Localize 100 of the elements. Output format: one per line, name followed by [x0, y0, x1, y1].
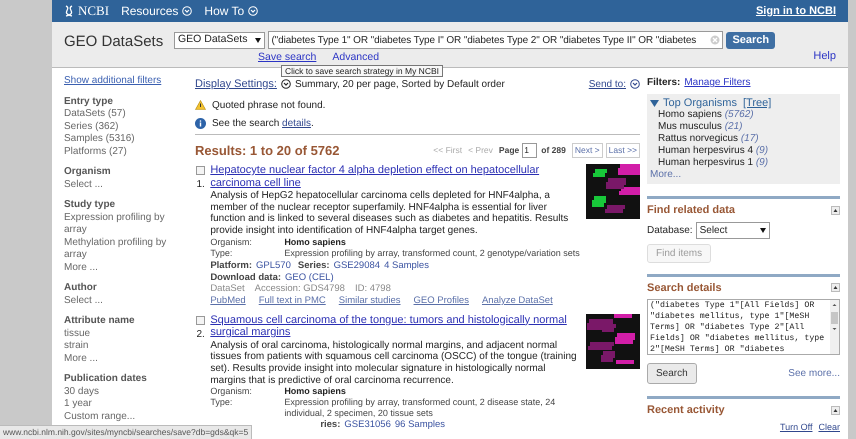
- filter-item[interactable]: tissue: [64, 328, 192, 340]
- organism-filter[interactable]: Human herpesvirus 4 (9): [650, 145, 840, 157]
- filter-group-title: Author: [64, 282, 98, 294]
- collapse-icon[interactable]: [831, 406, 840, 415]
- collapse-icon[interactable]: [831, 206, 840, 215]
- result-description: Analysis of HepG2 hepatocellular carcinoma cells depleted for HNF4alpha, a member of the nuclear receptor superfamily. HNF4alpha is essential for liver function and is linked to several diseases such as diabetes and hepatitis. Results provide insight into identification of HNF4alpha target genes.: [210, 190, 570, 237]
- recent-activity-link[interactable]: Turn Off: [780, 420, 812, 434]
- help-link[interactable]: Help: [813, 48, 836, 64]
- organism-filter[interactable]: Homo sapiens (5762): [650, 109, 840, 121]
- see-more-link[interactable]: See more...: [788, 366, 840, 381]
- manage-filters-link[interactable]: Manage Filters: [684, 75, 750, 90]
- filter-group-title: Organism: [64, 166, 112, 178]
- result-checkbox[interactable]: [196, 316, 206, 325]
- menu-item[interactable]: Resources: [121, 2, 192, 20]
- next-page-button[interactable]: Next >: [572, 142, 603, 158]
- triangle-down-icon[interactable]: [650, 98, 659, 108]
- chevron-down-icon: [280, 79, 291, 90]
- save-search-tooltip: Click to save search strategy in My NCBI: [281, 65, 443, 77]
- download-link[interactable]: GEO (CEL): [285, 272, 334, 284]
- recent-activity-link[interactable]: Clear: [818, 420, 840, 434]
- filter-item[interactable]: Custom range...: [64, 410, 192, 423]
- result-title[interactable]: Hepatocyte nuclear factor 4 alpha depletion effect on hepatocellular carcinoma cell line: [210, 164, 582, 189]
- filter-item[interactable]: DataSets (57): [64, 108, 192, 120]
- filters-link[interactable]: Show additional filters: [64, 75, 192, 88]
- tree-link[interactable]: [Tree]: [742, 97, 772, 109]
- info-icon: [195, 118, 206, 128]
- filter-group-title: Attribute name: [64, 315, 136, 328]
- database-select[interactable]: GEO DataSets: [174, 32, 266, 48]
- chevron-down-icon: [248, 6, 258, 16]
- series-label: ries:: [320, 419, 340, 432]
- ncbi-logo[interactable]: NCBI: [64, 1, 110, 21]
- filter-item[interactable]: Series (362): [64, 120, 192, 133]
- series-link[interactable]: GSE31056: [344, 419, 391, 432]
- details-link[interactable]: details: [282, 118, 311, 128]
- page-count: of 289: [541, 144, 566, 157]
- related-link[interactable]: Analyze DataSet: [482, 294, 553, 307]
- helix-icon: [64, 5, 74, 17]
- field-label: Type:: [210, 248, 234, 259]
- result-description: Analysis of oral carcinoma, histologically normal margins, and adjacent normal tissues from patients with squamous cell carcinoma (OSCC) of the tongue (training set). Results provide insight into molecular signature in histologically normal margins that is predictive of oral carcinoma recurrence.: [210, 340, 578, 386]
- more-link[interactable]: More...: [650, 169, 840, 181]
- result-number: 1.: [196, 178, 205, 192]
- organism-filter[interactable]: Rattus norvegicus (17): [650, 133, 840, 145]
- scrollbar-drawing[interactable]: [830, 300, 839, 354]
- filter-item[interactable]: More ...: [64, 262, 192, 274]
- section-title: Search details: [647, 280, 722, 296]
- search-button[interactable]: Search: [647, 363, 697, 384]
- related-link[interactable]: GEO Profiles: [414, 294, 469, 307]
- field-value: Homo sapiens: [284, 236, 346, 248]
- related-link[interactable]: Full text in PMC: [258, 294, 326, 307]
- filter-item[interactable]: Expression profiling by array: [64, 212, 192, 236]
- organism-filter[interactable]: Mus musculus (21): [650, 121, 840, 133]
- dataset-meta: Accession: GDS4798: [254, 283, 345, 295]
- related-link[interactable]: Similar studies: [338, 294, 401, 307]
- status-bar: www.ncbi.nlm.nih.gov/sites/myncbi/searches/save?db=gds&qk=5: [0, 425, 252, 439]
- series-link[interactable]: GSE29084: [334, 260, 380, 272]
- filter-item[interactable]: 1 year: [64, 398, 192, 410]
- last-page-button[interactable]: Last >>: [606, 142, 640, 158]
- page-field[interactable]: 1: [522, 142, 538, 158]
- filter-item[interactable]: 30 days: [64, 386, 192, 398]
- dataset-meta: ID: 4798: [354, 283, 391, 295]
- related-link[interactable]: PubMed: [210, 294, 246, 307]
- chevron-down-icon: [182, 6, 192, 16]
- filters-label: Filters:: [647, 76, 680, 90]
- samples-link[interactable]: 96 Samples: [394, 419, 446, 432]
- section-title: Find related data: [647, 203, 736, 218]
- result-number: 2.: [196, 328, 205, 342]
- search-field[interactable]: ("diabetes Type 1" OR "diabetes Type I" OR "diabetes Type 2" OR "diabetes Type II" OR "diabetes: [268, 31, 724, 49]
- warning-icon: [195, 100, 206, 110]
- filter-item[interactable]: Select ...: [64, 178, 192, 191]
- series-label: Series:: [298, 260, 330, 272]
- platform-link[interactable]: GPL570: [256, 260, 291, 272]
- filter-item[interactable]: Select ...: [64, 294, 192, 307]
- result-checkbox[interactable]: [196, 166, 206, 175]
- filter-item[interactable]: Samples (5316): [64, 133, 192, 146]
- field-label: Type:: [210, 397, 234, 410]
- display-settings-link[interactable]: Display Settings:: [195, 76, 277, 92]
- dropdown-arrow-icon: [255, 38, 262, 42]
- result-title[interactable]: Squamous cell carcinoma of the tongue: tumors and histologically normal surgical margins: [210, 314, 582, 339]
- search-button[interactable]: Search: [726, 32, 776, 48]
- filter-group-title: Entry type: [64, 96, 114, 108]
- filter-item[interactable]: Methylation profiling by array: [64, 236, 192, 262]
- database-label: Database:: [647, 224, 693, 238]
- download-label: Download data:: [210, 272, 282, 284]
- display-summary: Summary, 20 per page, Sorted by Default order: [294, 78, 505, 92]
- dataset-meta: DataSet: [210, 283, 245, 295]
- send-to-link[interactable]: Send to:: [588, 76, 640, 92]
- header-link[interactable]: Advanced: [332, 50, 380, 66]
- header-link[interactable]: Save search: [258, 50, 316, 66]
- page-label: Page: [498, 144, 520, 157]
- filter-item[interactable]: strain: [64, 340, 192, 352]
- filter-item[interactable]: Platforms (27): [64, 146, 192, 158]
- menu-item[interactable]: How To: [204, 2, 258, 20]
- organism-filter[interactable]: Human herpesvirus 1 (9): [650, 157, 840, 169]
- samples-link[interactable]: 4 Samples: [384, 260, 429, 272]
- filter-item[interactable]: More ...: [64, 352, 192, 365]
- collapse-icon[interactable]: [831, 283, 840, 292]
- field-value: Expression profiling by array, transformed count, 2 genotype/variation sets: [284, 248, 580, 259]
- filter-group-title: Study type: [64, 199, 116, 212]
- sign-in-link[interactable]: Sign in to NCBI: [756, 2, 836, 20]
- search-details-field[interactable]: ("diabetes Type 1"[All Fields] OR "diabetes mellitus, type 1"[MeSH Terms] OR "diabetes Type 2"[All Fields] OR "diabetes mellitus, type 2"[MeSH Terms] OR "diabetes: [647, 299, 840, 355]
